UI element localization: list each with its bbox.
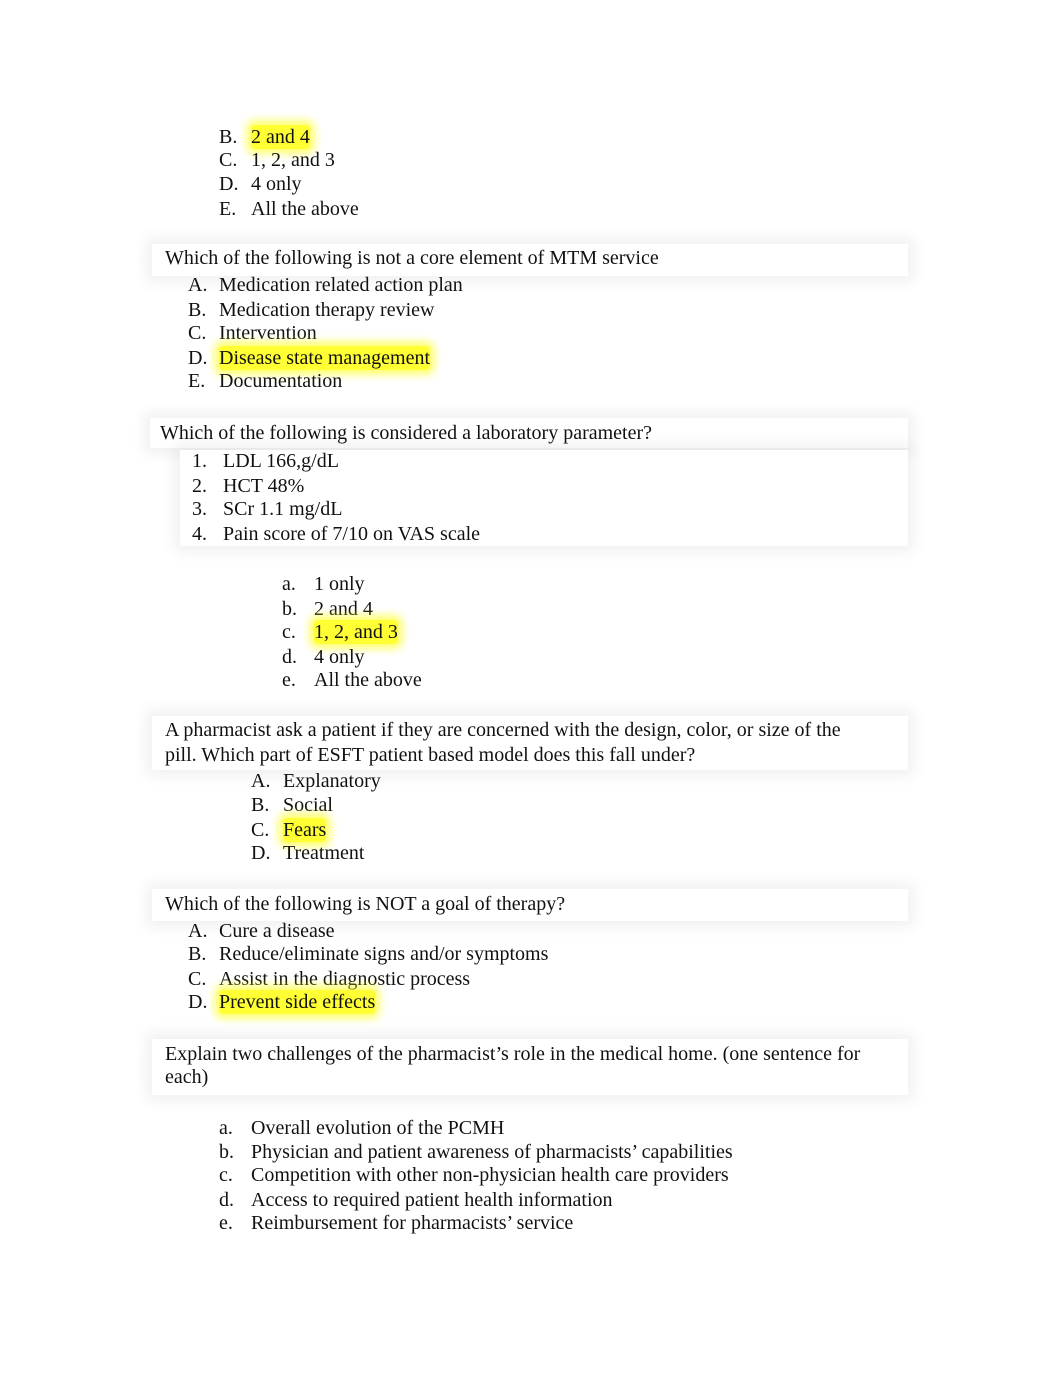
item-text: LDL 166,g/dL [223,450,339,472]
option-marker: d. [219,1189,234,1211]
option-marker: E. [188,370,206,392]
option-marker: a. [282,573,296,595]
item-marker: 1. [192,450,207,472]
option-marker: D. [188,347,208,369]
question-text-line-2: each) [165,1066,209,1088]
option-text-highlighted: 2 and 4 [251,125,310,149]
question-text: Which of the following is not a core ele… [165,247,659,269]
option-marker: C. [251,819,270,841]
option-marker: d. [282,646,297,668]
option-text-highlighted: Disease state management [219,346,431,370]
option-marker: C. [219,149,238,171]
question-text-line-2: pill. Which part of ESFT patient based m… [165,744,696,766]
option-marker: C. [188,322,207,344]
option-text: 2 and 4 [314,598,373,620]
option-text-highlighted: 1, 2, and 3 [314,620,398,644]
option-marker: b. [282,598,297,620]
item-marker: 4. [192,523,207,545]
option-text: All the above [251,198,359,220]
option-text: Cure a disease [219,920,335,942]
option-marker: c. [219,1164,233,1186]
option-marker: D. [188,991,208,1013]
item-text: SCr 1.1 mg/dL [223,498,343,520]
item-text: Pain score of 7/10 on VAS scale [223,523,481,545]
option-text: Intervention [219,322,317,344]
option-marker: B. [219,126,238,148]
option-text: Treatment [283,842,365,864]
option-marker: E. [219,198,237,220]
item-marker: 3. [192,498,207,520]
question-text: Which of the following is NOT a goal of … [165,893,566,915]
option-text: Documentation [219,370,343,392]
option-text: 4 only [314,646,365,668]
option-marker: B. [188,943,207,965]
option-text: Medication related action plan [219,274,463,296]
option-marker: A. [251,770,271,792]
option-text: Reduce/eliminate signs and/or symptoms [219,943,549,965]
option-marker: e. [219,1212,233,1234]
option-text-highlighted: Prevent side effects [219,990,376,1014]
option-marker: D. [251,842,271,864]
option-text: 1 only [314,573,365,595]
option-text: 1, 2, and 3 [251,149,335,171]
option-text: Access to required patient health inform… [251,1189,613,1211]
item-marker: 2. [192,475,207,497]
option-text: Competition with other non-physician hea… [251,1164,729,1186]
option-marker: B. [188,299,207,321]
option-text: All the above [314,669,422,691]
option-marker: D. [219,173,239,195]
option-text: Assist in the diagnostic process [219,968,471,990]
item-text: HCT 48% [223,475,305,497]
option-marker: C. [188,968,207,990]
question-text-line-1: Explain two challenges of the pharmacist… [165,1043,861,1065]
option-marker: b. [219,1141,234,1163]
option-text: Explanatory [283,770,381,792]
option-text: Reimbursement for pharmacists’ service [251,1212,574,1234]
option-marker: B. [251,794,270,816]
option-text: Social [283,794,333,816]
question-text: Which of the following is considered a l… [160,422,653,444]
option-marker: A. [188,274,208,296]
option-marker: e. [282,669,296,691]
question-text-line-1: A pharmacist ask a patient if they are c… [165,719,841,741]
option-text: 4 only [251,173,302,195]
option-text: Physician and patient awareness of pharm… [251,1141,733,1163]
option-marker: A. [188,920,208,942]
option-marker: a. [219,1117,233,1139]
option-text-highlighted: Fears [283,818,327,842]
option-marker: c. [282,621,296,643]
option-text: Overall evolution of the PCMH [251,1117,505,1139]
option-text: Medication therapy review [219,299,435,321]
